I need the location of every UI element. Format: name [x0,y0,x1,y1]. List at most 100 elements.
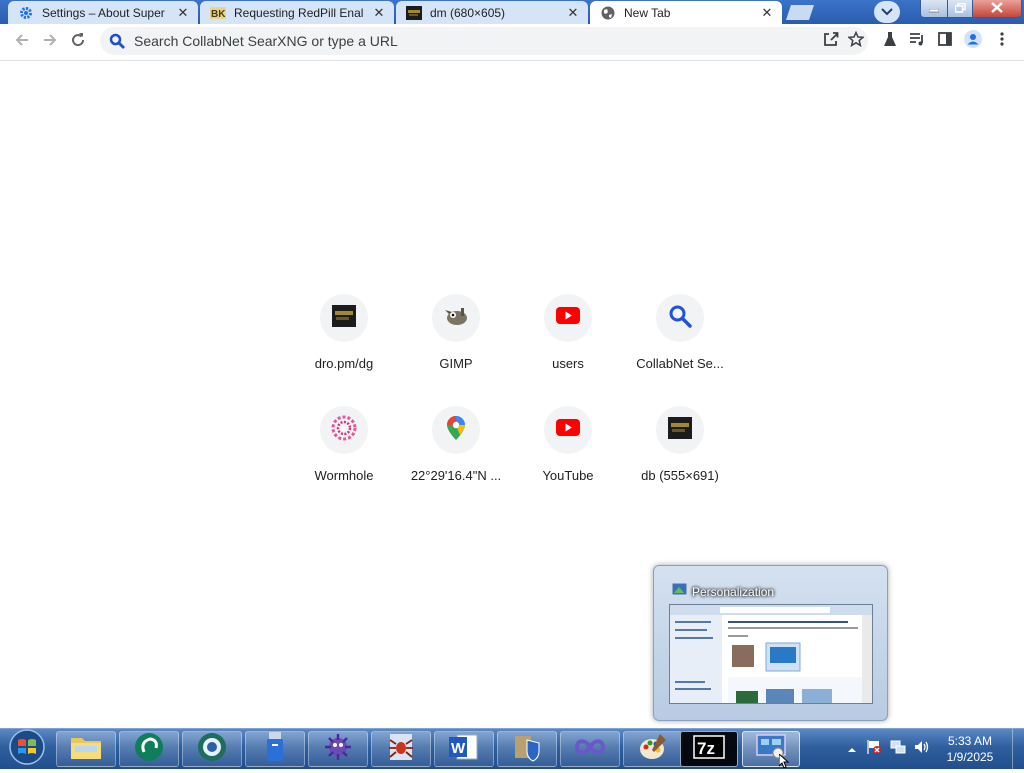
playlist-icon [909,32,925,51]
chevron-up-icon [847,740,857,758]
reload-button[interactable] [68,32,88,52]
tray-action-center[interactable] [866,739,882,757]
shield-icon [513,732,541,767]
minimize-button[interactable] [920,0,948,18]
taskbar-personalization[interactable] [742,731,800,767]
preview-thumbnail-image [669,604,873,704]
shortcut-tile[interactable]: Wormhole [288,406,400,506]
shortcut-label: dro.pm/dg [314,356,374,371]
image-thumb-icon [406,5,422,21]
tray-network[interactable] [890,740,906,757]
tab-requesting-redpill[interactable]: BK Requesting RedPill Enal ✕ [200,1,394,24]
mouse-cursor [778,752,791,769]
tab-settings[interactable]: Settings – About Super ✕ [8,1,198,24]
taskbar-word[interactable]: W [434,731,494,767]
browser-toolbar: Search CollabNet SearXNG or type a URL [0,24,1024,61]
window-close-button[interactable] [972,0,1022,18]
side-panel-icon [938,31,952,51]
infinity-icon [574,737,606,762]
shortcut-label: db (555×691) [641,468,719,483]
search-icon [109,32,127,50]
start-button[interactable] [4,728,50,770]
show-hidden-icons-button[interactable] [844,741,860,757]
browser-globe-icon [197,732,227,767]
avatar-icon [964,29,982,53]
tab-title: dm (680×605) [430,5,506,20]
taskbar-infinity-app[interactable] [560,731,620,767]
media-control-button[interactable] [907,31,927,51]
taskbar-7zip[interactable]: 7z [680,731,738,767]
system-clock[interactable]: 5:33 AM 1/9/2025 [928,733,1012,765]
taskbar-thumbnail-preview[interactable]: Personalization [653,565,888,721]
shortcut-icon-circle [656,294,704,342]
shortcut-tile[interactable]: dro.pm/dg [288,294,400,394]
close-icon[interactable]: ✕ [566,5,580,20]
taskbar-file-explorer[interactable] [56,731,116,767]
youtube-icon [556,419,580,441]
omnibox[interactable]: Search CollabNet SearXNG or type a URL [100,27,868,55]
restore-button[interactable] [947,0,973,18]
menu-button[interactable] [992,31,1012,51]
gimp-icon [443,306,469,331]
spider-icon [386,732,416,767]
shortcut-label: CollabNet Se... [636,356,724,371]
shortcut-label: YouTube [542,468,594,483]
kebab-menu-icon [1000,31,1004,51]
shortcut-icon-circle [544,406,592,454]
shortcut-icon-circle [432,406,480,454]
windows-orb-icon [9,728,45,770]
7zip-icon: 7z [693,734,725,764]
forum-icon: BK [210,5,226,21]
svg-text:7z: 7z [697,739,715,758]
taskbar-cabbage-app[interactable] [119,731,179,767]
svg-text:BK: BK [211,9,226,20]
shortcut-tile[interactable]: YouTube [512,406,624,506]
flask-icon [883,31,897,52]
chevron-down-icon [881,3,893,21]
taskbar-paint-app[interactable] [623,731,683,767]
taskbar: W 7z 5:33 AM 1/9/2025 [0,728,1024,769]
taskbar-shield-app[interactable] [497,731,557,767]
tab-new-tab[interactable]: New Tab ✕ [590,1,782,24]
shortcut-tile[interactable]: users [512,294,624,394]
forward-button[interactable] [40,32,60,52]
globe-icon [600,5,616,21]
close-icon[interactable]: ✕ [372,5,386,20]
personalization-icon [671,582,688,597]
shortcut-tile[interactable]: CollabNet Se... [624,294,736,394]
arrow-left-icon [14,32,30,53]
taskbar-bug-app[interactable] [308,731,368,767]
close-icon[interactable]: ✕ [760,5,774,20]
shortcut-tile[interactable]: 22°29'16.4"N ... [400,406,512,506]
minimize-icon [928,0,940,18]
close-icon[interactable]: ✕ [176,5,190,20]
wormhole-icon [331,415,357,446]
show-desktop-button[interactable] [1012,729,1024,769]
taskbar-spider-app[interactable] [371,731,431,767]
shortcut-label: 22°29'16.4"N ... [410,468,502,483]
paint-palette-icon [638,732,668,767]
restore-icon [954,0,966,18]
share-icon [823,31,839,52]
shortcut-icon-circle [320,294,368,342]
reload-icon [70,32,86,53]
share-button[interactable] [821,31,841,51]
labs-button[interactable] [880,31,900,51]
bookmark-button[interactable] [846,30,866,51]
tab-strip: Settings – About Super ✕ BK Requesting R… [0,0,1024,24]
shortcut-tile[interactable]: GIMP [400,294,512,394]
tab-dm-image[interactable]: dm (680×605) ✕ [396,1,588,24]
svg-text:W: W [451,740,466,757]
tab-search-button[interactable] [874,1,900,23]
shortcut-tile[interactable]: db (555×691) [624,406,736,506]
side-panel-button[interactable] [935,31,955,51]
tab-title: Settings – About Super [42,5,165,20]
new-tab-button[interactable] [786,5,816,20]
back-button[interactable] [12,32,32,52]
taskbar-browser[interactable] [182,731,242,767]
virus-icon [323,732,353,767]
taskbar-usb-tool[interactable] [245,731,305,767]
profile-button[interactable] [963,29,983,53]
preview-title: Personalization [692,585,775,599]
gear-icon [18,5,34,21]
